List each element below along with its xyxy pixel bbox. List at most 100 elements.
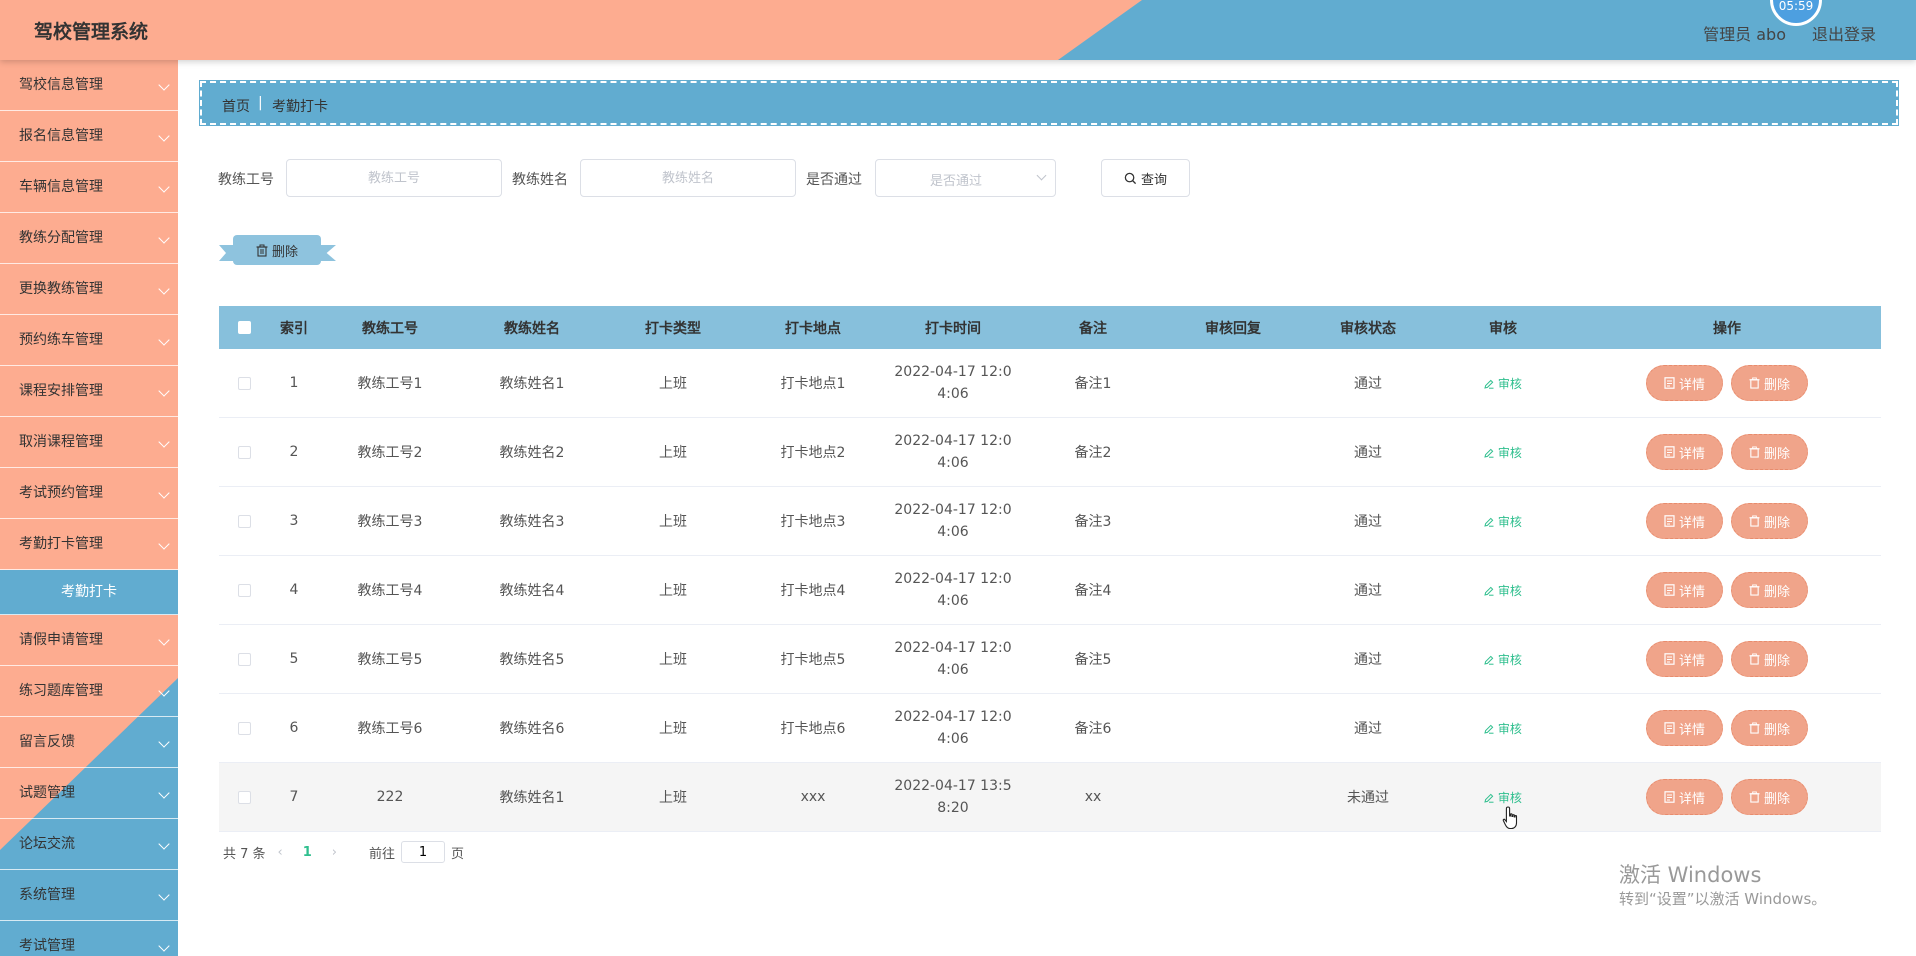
prev-page-icon[interactable]: ‹ <box>278 845 283 860</box>
audit-link-label: 审核 <box>1497 376 1522 391</box>
delete-button[interactable]: 删除 <box>1731 365 1808 401</box>
sidebar-item[interactable]: 练习题库管理 <box>0 666 178 717</box>
cell-punch-time: 2022-04-17 12:0 4:06 <box>883 430 1023 474</box>
sidebar-item[interactable]: 驾校信息管理 <box>0 60 178 111</box>
sidebar-item[interactable]: 教练分配管理 <box>0 213 178 264</box>
delete-button[interactable]: 删除 <box>1731 572 1808 608</box>
page-number[interactable]: 1 <box>303 845 312 860</box>
row-checkbox[interactable] <box>237 376 251 390</box>
query-button[interactable]: 查询 <box>1101 159 1190 197</box>
audit-link[interactable]: 审核 <box>1484 791 1522 805</box>
row-checkbox[interactable] <box>237 790 251 804</box>
sidebar-item-label: 更换教练管理 <box>19 281 103 297</box>
row-select-cell[interactable] <box>219 513 269 529</box>
sidebar-item[interactable]: 预约练车管理 <box>0 315 178 366</box>
table-row[interactable]: 2 教练工号2 教练姓名2 上班 打卡地点2 2022-04-17 12:0 4:06 备注2… <box>219 418 1881 487</box>
row-select-cell[interactable] <box>219 582 269 598</box>
sidebar-item[interactable]: 车辆信息管理 <box>0 162 178 213</box>
audit-link[interactable]: 审核 <box>1484 722 1522 736</box>
delete-button[interactable]: 删除 <box>1731 434 1808 470</box>
sidebar-item[interactable]: 试题管理 <box>0 768 178 819</box>
row-checkbox[interactable] <box>237 445 251 459</box>
row-select-cell[interactable] <box>219 444 269 460</box>
top-header: 驾校管理系统 05:59 管理员 abo 退出登录 <box>0 0 1916 60</box>
delete-button[interactable]: 删除 <box>1731 503 1808 539</box>
table-row[interactable]: 5 教练工号5 教练姓名5 上班 打卡地点5 2022-04-17 12:0 4:06 备注5… <box>219 625 1881 694</box>
cell-actions: 详情 删除 <box>1573 641 1881 677</box>
sidebar-item-label: 考勤打卡 <box>61 584 117 600</box>
audit-link[interactable]: 审核 <box>1484 377 1522 391</box>
audit-link[interactable]: 审核 <box>1484 515 1522 529</box>
audit-link-label: 审核 <box>1497 445 1522 460</box>
detail-button[interactable]: 详情 <box>1646 503 1723 539</box>
detail-button[interactable]: 详情 <box>1646 572 1723 608</box>
detail-button[interactable]: 详情 <box>1646 641 1723 677</box>
table-row[interactable]: 4 教练工号4 教练姓名4 上班 打卡地点4 2022-04-17 12:0 4:06 备注4… <box>219 556 1881 625</box>
detail-button[interactable]: 详情 <box>1646 710 1723 746</box>
sidebar-item[interactable]: 考勤打卡管理 <box>0 519 178 570</box>
detail-button[interactable]: 详情 <box>1646 434 1723 470</box>
delete-button-label: 删除 <box>1763 515 1790 531</box>
hand-cursor-icon <box>1502 806 1520 830</box>
audit-link-label: 审核 <box>1497 721 1522 736</box>
row-select-cell[interactable] <box>219 789 269 805</box>
sidebar-item[interactable]: 课程安排管理 <box>0 366 178 417</box>
sidebar-item-label: 课程安排管理 <box>19 383 103 399</box>
delete-button[interactable]: 删除 <box>1731 710 1808 746</box>
row-select-cell[interactable] <box>219 375 269 391</box>
sidebar-item[interactable]: 请假申请管理 <box>0 615 178 666</box>
sidebar-item[interactable]: 取消课程管理 <box>0 417 178 468</box>
breadcrumb-home[interactable]: 首页 <box>222 96 250 116</box>
column-header-audit-reply: 审核回复 <box>1205 320 1261 337</box>
audit-link[interactable]: 审核 <box>1484 653 1522 667</box>
cell-punch-time: 2022-04-17 12:0 4:06 <box>883 706 1023 750</box>
delete-button[interactable]: 删除 <box>1731 641 1808 677</box>
header-select-all[interactable] <box>219 320 269 336</box>
sidebar-item[interactable]: 更换教练管理 <box>0 264 178 315</box>
select-all-checkbox[interactable] <box>237 321 251 334</box>
sidebar-subitem-attendance[interactable]: 考勤打卡 <box>0 570 178 615</box>
edit-icon <box>1484 379 1494 389</box>
batch-delete-button[interactable]: 删除 <box>233 235 321 265</box>
goto-page-input[interactable] <box>401 841 446 863</box>
coach-id-input[interactable] <box>286 159 502 197</box>
coach-name-label: 教练姓名 <box>512 172 568 188</box>
table-row[interactable]: 1 教练工号1 教练姓名1 上班 打卡地点1 2022-04-17 12:0 4:06 备注1… <box>219 349 1881 418</box>
coach-name-input[interactable] <box>580 159 796 197</box>
cell-index: 7 <box>289 789 299 805</box>
table-row[interactable]: 3 教练工号3 教练姓名3 上班 打卡地点3 2022-04-17 12:0 4:06 备注3… <box>219 487 1881 556</box>
table-row[interactable]: 6 教练工号6 教练姓名6 上班 打卡地点6 2022-04-17 12:0 4:06 备注6… <box>219 694 1881 763</box>
chevron-down-icon <box>158 940 170 952</box>
detail-button[interactable]: 详情 <box>1646 779 1723 815</box>
audit-link[interactable]: 审核 <box>1484 584 1522 598</box>
detail-button[interactable]: 详情 <box>1646 365 1723 401</box>
trash-icon <box>1749 584 1760 596</box>
row-select-cell[interactable] <box>219 720 269 736</box>
row-checkbox[interactable] <box>237 514 251 528</box>
chevron-down-icon <box>1036 170 1047 181</box>
row-checkbox[interactable] <box>237 583 251 597</box>
delete-button[interactable]: 删除 <box>1731 779 1808 815</box>
column-header-index: 索引 <box>280 320 308 337</box>
row-checkbox[interactable] <box>237 652 251 666</box>
cell-audit: 审核 <box>1433 444 1573 461</box>
sidebar-item[interactable]: 报名信息管理 <box>0 111 178 162</box>
next-page-icon[interactable]: › <box>332 845 337 860</box>
punch-time-line1: 2022-04-17 12:0 <box>894 571 1012 587</box>
audit-link[interactable]: 审核 <box>1484 446 1522 460</box>
logout-link[interactable]: 退出登录 <box>1812 21 1876 45</box>
sidebar-item[interactable]: 留言反馈 <box>0 717 178 768</box>
sidebar-item[interactable]: 系统管理 <box>0 870 178 921</box>
sidebar-item[interactable]: 考试预约管理 <box>0 468 178 519</box>
row-checkbox[interactable] <box>237 721 251 735</box>
punch-time-line2: 4:06 <box>937 593 969 609</box>
sidebar-item[interactable]: 考试管理 <box>0 921 178 956</box>
sidebar-item[interactable]: 论坛交流 <box>0 819 178 870</box>
passed-select[interactable]: 是否通过 <box>875 159 1056 197</box>
sidebar-item-label: 预约练车管理 <box>19 332 103 348</box>
batch-delete-wrapper: 删除 <box>219 235 336 272</box>
cell-punch-location: 打卡地点5 <box>780 652 846 668</box>
row-select-cell[interactable] <box>219 651 269 667</box>
cell-coach-id: 教练工号3 <box>357 514 423 530</box>
table-row[interactable]: 7 222 教练姓名1 上班 xxx 2022-04-17 13:5 8:20 xx 未通过 审… <box>219 763 1881 832</box>
